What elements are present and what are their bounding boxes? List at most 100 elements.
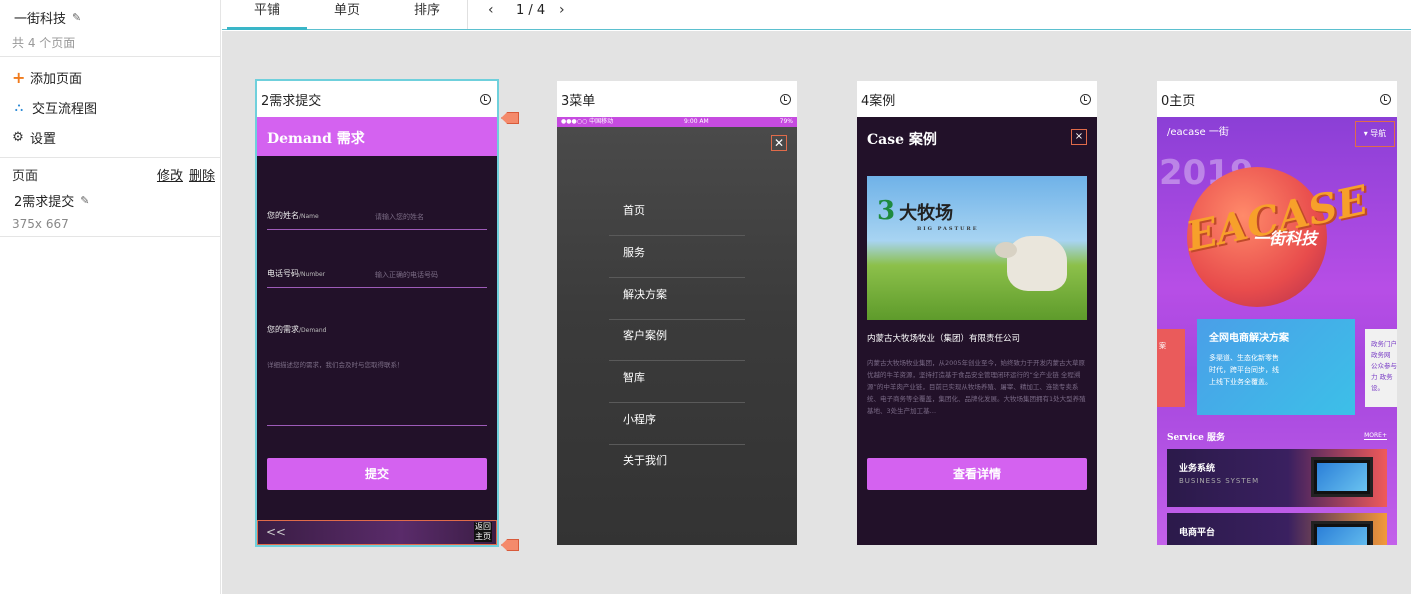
menu-item-home[interactable]: 首页 — [609, 194, 745, 236]
link-hotspot-marker[interactable] — [501, 112, 519, 124]
demand-field[interactable]: 您的需求/Demand — [267, 320, 487, 344]
close-icon[interactable]: × — [1071, 129, 1087, 145]
carrier-text: ●●●○○ 中国移动 — [561, 118, 614, 125]
divider — [0, 56, 221, 57]
case-header: Case 案例 — [867, 132, 937, 148]
page-preview: ●●●○○ 中国移动 9:00 AM 79% ✕ 首页 服务 解决方案 客户案例… — [557, 117, 797, 545]
pencil-icon[interactable]: ✎ — [72, 12, 82, 23]
tab-tile[interactable]: 平铺 — [227, 0, 307, 30]
divider — [267, 425, 487, 426]
pencil-icon[interactable]: ✎ — [80, 195, 90, 206]
tab-single[interactable]: 单页 — [307, 0, 387, 30]
laptop-image — [1311, 457, 1373, 497]
phone-field[interactable]: 电话号码/Number 输入正确的电话号码 — [267, 264, 487, 288]
divider — [467, 0, 468, 29]
clock-icon[interactable] — [1380, 93, 1391, 105]
page-count: 共 4 个页面 — [12, 36, 76, 50]
page-indicator: 1 / 4 — [516, 3, 546, 18]
footer-bar: < < 返回主页 — [257, 520, 497, 545]
clock-icon[interactable] — [480, 93, 491, 105]
flowchart-label: 交互流程图 — [32, 102, 98, 117]
page-size: 375x 667 — [12, 217, 69, 231]
phone-label: 电话号码/Number — [267, 269, 326, 278]
battery-text: 79% — [779, 118, 793, 125]
name-field[interactable]: 您的姓名/Name 请输入您的姓名 — [267, 206, 487, 230]
card-title: 4案例 — [861, 93, 896, 109]
page-preview: Case 案例 × 3 大牧场 BIG PASTURE 内蒙古大牧场牧业（集团）有限… — [857, 117, 1097, 545]
menu-item-service[interactable]: 服务 — [609, 236, 745, 278]
settings-label: 设置 — [30, 132, 57, 147]
page-card-case[interactable]: 4案例 Case 案例 × 3 大牧场 BIG PASTURE 内蒙古大牧场牧业（集… — [857, 81, 1097, 545]
service-title: Service 服务 — [1167, 433, 1225, 443]
brand-logo: /eacase 一街 — [1167, 127, 1229, 138]
link-hotspot-marker[interactable] — [501, 539, 519, 551]
divider — [0, 236, 221, 237]
chevron-right-icon[interactable]: › — [559, 2, 565, 18]
menu-item-mini-program[interactable]: 小程序 — [609, 403, 745, 445]
current-page-label: 2需求提交 — [14, 195, 75, 210]
solution-title: 全网电商解决方案 — [1209, 333, 1289, 344]
submit-button[interactable]: 提交 — [267, 458, 487, 490]
case-image: 3 大牧场 BIG PASTURE — [867, 176, 1087, 320]
close-icon[interactable]: ✕ — [771, 135, 787, 151]
edit-page-link[interactable]: 修改 — [157, 165, 183, 184]
page-card-demand[interactable]: 2需求提交 Demand 需求 您的姓名/Name 请输入您的姓名 电话号码/N… — [255, 79, 499, 547]
ecommerce-card[interactable]: 电商平台 — [1167, 513, 1387, 545]
card-header: 4案例 — [857, 81, 1097, 117]
page-section-header: 页面 修改 删除 — [12, 165, 215, 184]
sheep-image — [995, 236, 1067, 291]
flowchart-button[interactable]: ⛬ 交互流程图 — [12, 98, 97, 117]
solution-card[interactable]: 全网电商解决方案 多渠道、生态化新零售时代，跨平台同步，线上线下业务全覆盖。 — [1197, 319, 1355, 415]
project-title[interactable]: 一街科技 ✎ — [14, 8, 82, 28]
company-description: 内蒙古大牧场牧业集团，从2005年创业至今，始终致力于开发内蒙古大草原优越的牛羊… — [867, 359, 1086, 415]
carousel-prev-card[interactable]: 案 — [1157, 329, 1185, 407]
settings-button[interactable]: ⚙ 设置 — [12, 128, 56, 147]
hero-slogan: 一街科技 — [1253, 229, 1318, 248]
view-details-button[interactable]: 查看详情 — [867, 458, 1087, 490]
page-preview: /eacase 一街 ▾ 导航 2019 EACASE 一街科技 案 全网电商解… — [1157, 117, 1397, 545]
clock-icon[interactable] — [1080, 93, 1091, 105]
card-title: 2需求提交 — [261, 93, 322, 109]
gear-icon: ⚙ — [12, 130, 24, 145]
company-name: 内蒙古大牧场牧业（集团）有限责任公司 — [867, 334, 1021, 344]
card-header: 2需求提交 — [257, 81, 497, 117]
back-icon[interactable]: < < — [266, 525, 286, 539]
divider — [0, 157, 221, 158]
pages-label: 页面 — [12, 169, 39, 184]
add-page-button[interactable]: + 添加页面 — [12, 68, 82, 87]
canvas: 2需求提交 Demand 需求 您的姓名/Name 请输入您的姓名 电话号码/N… — [222, 31, 1411, 594]
menu-item-about[interactable]: 关于我们 — [609, 444, 745, 486]
menu-item-solutions[interactable]: 解决方案 — [609, 278, 745, 320]
phone-placeholder: 输入正确的电话号码 — [375, 271, 438, 279]
card-header: 3菜单 — [557, 81, 797, 117]
left-sidebar: 一街科技 ✎ 共 4 个页面 + 添加页面 ⛬ 交互流程图 ⚙ 设置 页面 修改… — [0, 0, 221, 594]
page-card-home[interactable]: 0主页 /eacase 一街 ▾ 导航 2019 EACASE 一街科技 案 全… — [1157, 81, 1397, 545]
clock-icon[interactable] — [780, 93, 791, 105]
home-button[interactable]: 返回主页 — [474, 522, 492, 542]
demand-header: Demand 需求 — [257, 117, 497, 156]
nav-button[interactable]: ▾ 导航 — [1355, 121, 1395, 147]
card-header: 0主页 — [1157, 81, 1397, 117]
demand-label: 您的需求/Demand — [267, 325, 327, 334]
card-title: 3菜单 — [561, 93, 596, 109]
status-bar: ●●●○○ 中国移动 9:00 AM 79% — [557, 117, 797, 127]
current-page-name[interactable]: 2需求提交 ✎ — [14, 191, 90, 211]
laptop-image — [1311, 521, 1373, 545]
page-card-menu[interactable]: 3菜单 ●●●○○ 中国移动 9:00 AM 79% ✕ 首页 服务 解决方案 … — [557, 81, 797, 545]
solution-desc: 多渠道、生态化新零售时代，跨平台同步，线上线下业务全覆盖。 — [1209, 354, 1279, 386]
carousel-next-card[interactable]: 政务门户 政务网 公众参与 力 政务 设。 — [1365, 329, 1397, 407]
top-toolbar: 平铺 单页 排序 ‹ 1 / 4 › — [222, 0, 1411, 30]
name-label: 您的姓名/Name — [267, 211, 319, 220]
service-more-link[interactable]: MORE+ — [1364, 432, 1387, 440]
project-title-text: 一街科技 — [14, 12, 67, 27]
add-page-label: 添加页面 — [30, 72, 83, 87]
menu-item-cases[interactable]: 客户案例 — [609, 319, 745, 361]
brand-logo: 3 大牧场 BIG PASTURE — [877, 196, 979, 232]
status-time: 9:00 AM — [684, 118, 709, 125]
tab-sort[interactable]: 排序 — [387, 0, 467, 30]
menu-item-think-tank[interactable]: 智库 — [609, 361, 745, 403]
flowchart-icon: ⛬ — [14, 100, 24, 114]
delete-page-link[interactable]: 删除 — [189, 165, 215, 184]
business-system-card[interactable]: 业务系统 BUSINESS SYSTEM — [1167, 449, 1387, 507]
chevron-left-icon[interactable]: ‹ — [488, 2, 494, 18]
